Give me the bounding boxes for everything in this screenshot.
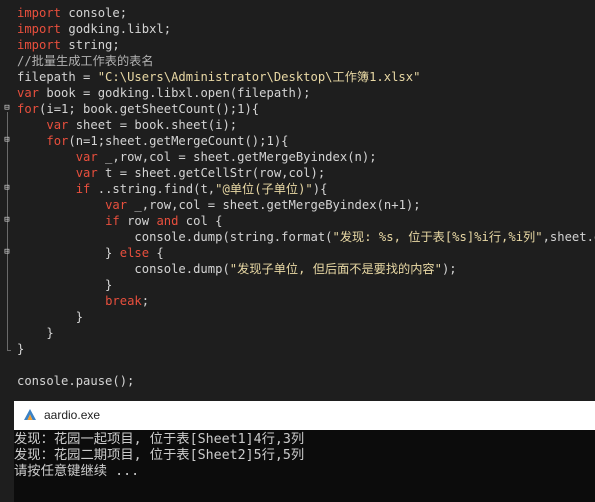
code-token: } [17,246,120,260]
code-token: _,row,col = sheet.getMergeByindex(n+1); [127,198,421,212]
keyword-token: if [75,182,91,196]
fold-toggle-icon[interactable]: ⊟ [2,103,12,113]
code-line: if ..string.find(t,"@单位(子单位)"){ [17,181,328,197]
code-token: ,sheet.getCellStr(row,col),sheet.name,ro… [542,230,595,244]
fold-toggle-icon[interactable]: ⊟ [2,215,12,225]
code-line: import console; [17,5,127,21]
code-line: if row and col { [17,213,222,229]
keyword-token: import [17,38,62,52]
code-line: for(i=1; book.getSheetCount();1){ [17,101,259,117]
code-token: godking.libxl; [61,22,172,36]
code-token: } [17,326,54,340]
code-line: var _,row,col = sheet.getMergeByindex(n+… [17,197,421,213]
code-token: console.dump( [17,262,230,276]
console-title: aardio.exe [44,408,101,422]
comment-token: //批量生成工作表的表名 [17,54,154,68]
code-line: import godking.libxl; [17,21,171,37]
code-token: string; [61,38,120,52]
keyword-token: and [156,214,179,228]
keyword-token: else [119,246,150,260]
keyword-token: var [46,118,69,132]
code-token: t = sheet.getCellStr(row,col); [97,166,326,180]
code-token: ){ [312,182,328,196]
code-line: } [17,277,112,293]
keyword-token: if [105,214,120,228]
console-line: 发现：花园一起项目, 位于表[Sheet1]4行,3列 [14,432,305,447]
keyword-token: for [46,134,69,148]
keyword-token: var [105,198,128,212]
console-output[interactable]: 发现：花园一起项目, 位于表[Sheet1]4行,3列 发现：花园二期项目, 位… [14,430,595,502]
keyword-token: import [17,6,62,20]
string-token: "发现子单位, 但后面不是要找的内容" [229,262,442,276]
code-line: } [17,341,24,357]
string-token: "发现: %s, 位于表[%s]%i行,%i列" [332,230,543,244]
fold-guide-end [7,350,11,351]
code-token: filepath = [17,70,98,84]
code-line: for(n=1;sheet.getMergeCount();1){ [17,133,289,149]
console-line: 发现：花园二期项目, 位于表[Sheet2]5行,5列 [14,448,305,463]
keyword-token: for [17,102,40,116]
keyword-token: break [105,294,142,308]
keyword-token: var [75,150,98,164]
console-line: 请按任意键继续 ... [14,464,140,479]
code-token: (n=1;sheet.getMergeCount();1){ [68,134,289,148]
code-editor[interactable]: import console; import godking.libxl; impo… [0,0,595,400]
code-token: sheet = book.sheet(i); [68,118,238,132]
code-line: console.dump("发现子单位, 但后面不是要找的内容"); [17,261,457,277]
code-token: ..string.find(t, [90,182,216,196]
code-token: console.dump(string.format( [17,230,333,244]
aardio-app-icon [24,409,36,420]
keyword-token: import [17,22,62,36]
fold-toggle-icon[interactable]: ⊟ [2,183,12,193]
code-line: } [17,309,83,325]
code-line: //批量生成工作表的表名 [17,53,154,69]
code-line: filepath = "C:\Users\Administrator\Deskt… [17,69,420,85]
code-token: { [149,246,164,260]
code-line: var t = sheet.getCellStr(row,col); [17,165,325,181]
code-token: ); [441,262,457,276]
code-token: (i=1; book.getSheetCount();1){ [39,102,260,116]
code-token: } [17,278,113,292]
fold-guide-for-i [7,112,8,350]
code-token: } [17,342,25,356]
code-line: } [17,325,54,341]
code-line: var book = godking.libxl.open(filepath); [17,85,311,101]
code-line: var sheet = book.sheet(i); [17,117,237,133]
code-token: console.pause(); [17,374,135,388]
code-line: console.pause(); [17,373,134,389]
string-token: "@单位(子单位)" [215,182,313,196]
code-token: console; [61,6,128,20]
console-titlebar[interactable]: aardio.exe [14,401,595,430]
code-token: _,row,col = sheet.getMergeByindex(n); [97,150,377,164]
fold-toggle-icon[interactable]: ⊟ [2,135,12,145]
code-line: break; [17,293,149,309]
keyword-token: var [75,166,98,180]
code-line: import string; [17,37,120,53]
code-line: var _,row,col = sheet.getMergeByindex(n)… [17,149,377,165]
code-line: } else { [17,245,164,261]
code-line: console.dump(string.format("发现: %s, 位于表[… [17,229,595,245]
code-token: row [119,214,157,228]
code-token: col { [178,214,223,228]
code-token: } [17,310,84,324]
keyword-token: var [17,86,40,100]
string-token: "C:\Users\Administrator\Desktop\工作簿1.xls… [97,70,421,84]
fold-toggle-icon[interactable]: ⊟ [2,247,12,257]
code-token: ; [141,294,150,308]
code-token: book = godking.libxl.open(filepath); [39,86,311,100]
